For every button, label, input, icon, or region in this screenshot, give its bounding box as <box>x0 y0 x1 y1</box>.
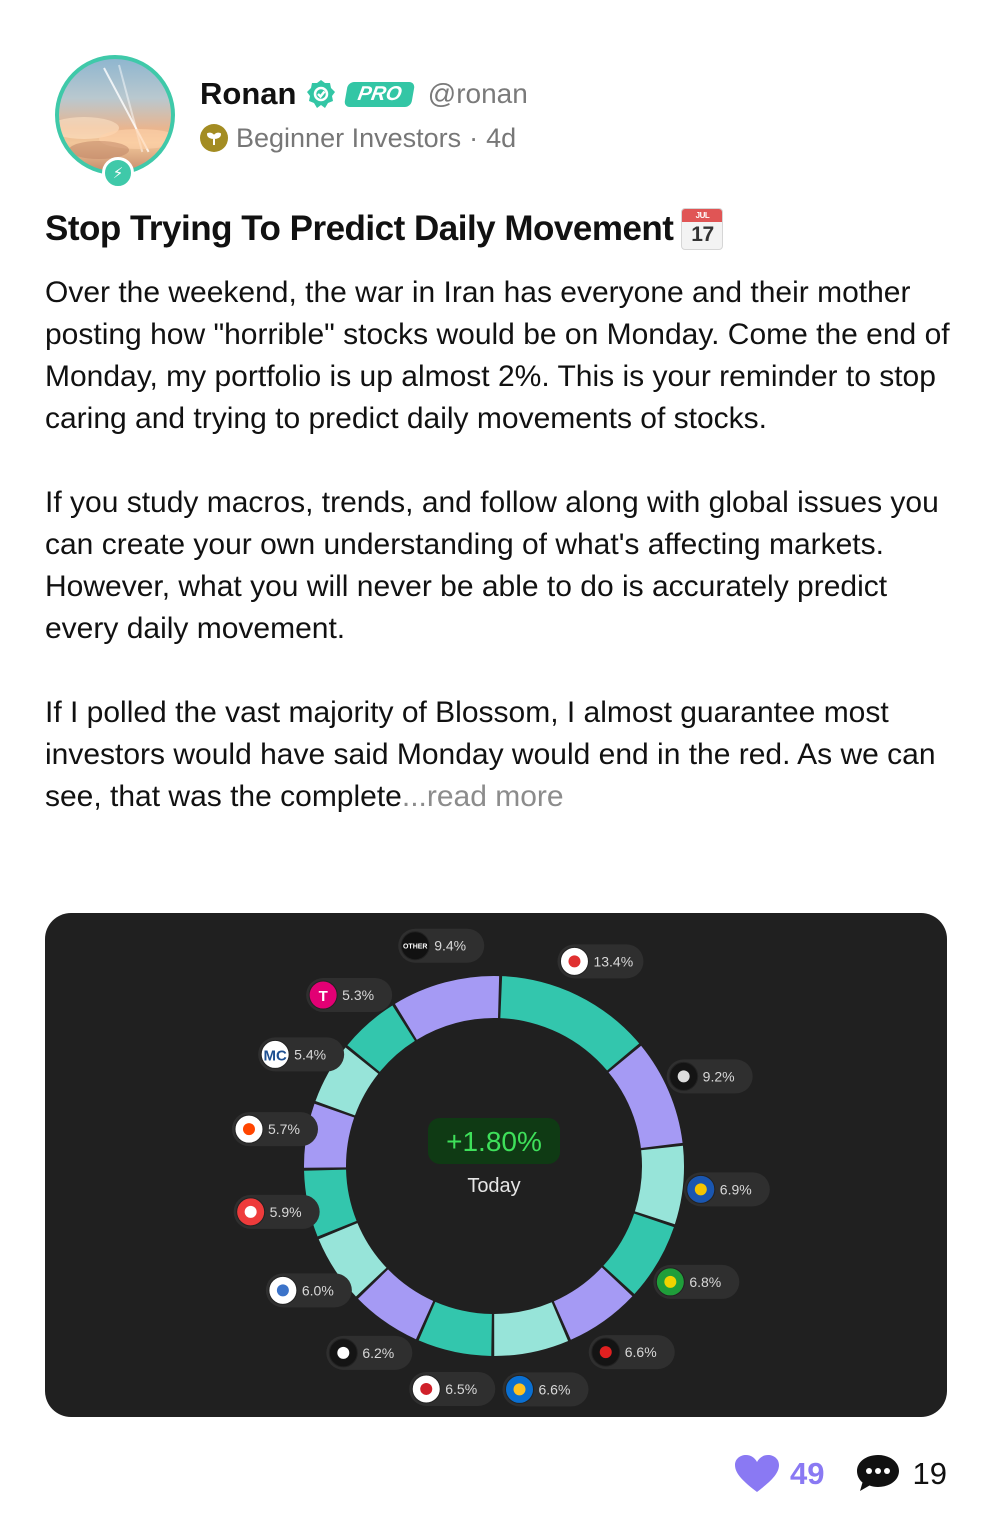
lightning-icon: ⚡ <box>102 157 134 189</box>
post-paragraph: If I polled the vast majority of Blossom… <box>45 692 950 818</box>
donut-slice <box>494 1302 569 1356</box>
post-body: Over the weekend, the war in Iran has ev… <box>45 272 950 860</box>
slice-label[interactable]: T 5.3% <box>306 978 393 1013</box>
logo-text: OTHER <box>403 944 428 951</box>
logo-text: MC <box>263 1047 286 1064</box>
post-age: 4d <box>486 122 517 153</box>
avatar[interactable]: ⚡ <box>55 55 175 189</box>
center-label: Today <box>467 1175 520 1197</box>
slice-percent: 6.5% <box>445 1381 477 1397</box>
post-paragraph: Over the weekend, the war in Iran has ev… <box>45 276 950 435</box>
slice-label[interactable]: 5.7% <box>231 1112 318 1147</box>
slice-label[interactable]: 6.6% <box>502 1372 589 1407</box>
slice-percent: 6.8% <box>689 1274 721 1290</box>
like-count: 49 <box>790 1456 825 1491</box>
post-title: Stop Trying To Predict Daily Movement <box>45 209 674 248</box>
slice-percent: 9.4% <box>434 938 466 954</box>
post-card: ⚡ Ronan PRO @ronan Beginner Investors · … <box>0 0 992 1540</box>
slice-label[interactable]: 6.5% <box>409 1371 496 1406</box>
logo-text: T <box>319 988 328 1005</box>
comment-count: 19 <box>912 1456 947 1491</box>
post-paragraph: If you study macros, trends, and follow … <box>45 486 939 645</box>
separator: · <box>469 122 479 153</box>
author-handle[interactable]: @ronan <box>428 78 528 110</box>
slice-label[interactable]: 6.2% <box>326 1335 413 1370</box>
group-row: Beginner Investors · 4d <box>200 120 516 156</box>
slice-label[interactable]: 9.2% <box>666 1059 753 1094</box>
donut-slice <box>634 1145 684 1225</box>
slice-percent: 9.2% <box>703 1068 735 1084</box>
slice-label[interactable]: MC 5.4% <box>258 1037 345 1072</box>
slice-label[interactable]: 6.6% <box>588 1335 675 1370</box>
calendar-day: 17 <box>691 223 714 246</box>
slice-label[interactable]: OTHER 9.4% <box>398 928 485 963</box>
slice-percent: 13.4% <box>593 953 633 969</box>
author-row: Ronan PRO @ronan <box>200 74 528 114</box>
slice-percent: 5.4% <box>294 1046 326 1062</box>
donut-chart: +1.80% Today 13.4% 9.2% 6.9% 6.8% 6.6% 6.6% 6.5%… <box>231 928 770 1407</box>
read-more-link[interactable]: ...read more <box>402 780 564 813</box>
donut-slice <box>394 976 500 1040</box>
slice-percent: 6.6% <box>625 1344 657 1360</box>
heart-icon[interactable] <box>734 1454 780 1494</box>
verified-icon <box>307 80 336 108</box>
donut-slice <box>608 1045 683 1148</box>
slice-label[interactable]: 13.4% <box>557 944 644 979</box>
calendar-month: JUL <box>682 209 723 222</box>
slice-label[interactable]: 6.9% <box>683 1172 770 1207</box>
slice-percent: 6.0% <box>302 1282 334 1298</box>
donut-slice <box>500 976 640 1071</box>
sprout-icon <box>200 124 228 152</box>
slice-label[interactable]: 6.8% <box>653 1264 740 1299</box>
slice-label[interactable]: 5.9% <box>233 1194 320 1229</box>
calendar-icon: JUL 17 <box>681 208 724 250</box>
slice-percent: 5.9% <box>270 1204 302 1220</box>
center-value: +1.80% <box>446 1126 542 1157</box>
slice-percent: 6.6% <box>539 1381 571 1397</box>
post-title-row: Stop Trying To Predict Daily Movement JU… <box>45 208 724 250</box>
donut-slice <box>418 1301 492 1356</box>
slice-label[interactable]: 6.0% <box>265 1273 352 1308</box>
portfolio-chart-card[interactable]: +1.80% Today 13.4% 9.2% 6.9% 6.8% 6.6% 6.6% 6.5%… <box>45 913 947 1417</box>
group-name[interactable]: Beginner Investors <box>236 123 461 154</box>
pro-badge: PRO <box>344 81 416 107</box>
comment-icon[interactable] <box>855 1453 901 1495</box>
slice-percent: 5.3% <box>342 987 374 1003</box>
author-name[interactable]: Ronan <box>200 76 296 112</box>
slice-percent: 5.7% <box>268 1121 300 1137</box>
slice-percent: 6.9% <box>720 1181 752 1197</box>
slice-percent: 6.2% <box>362 1345 394 1361</box>
post-actions: 49 19 <box>734 1452 947 1496</box>
